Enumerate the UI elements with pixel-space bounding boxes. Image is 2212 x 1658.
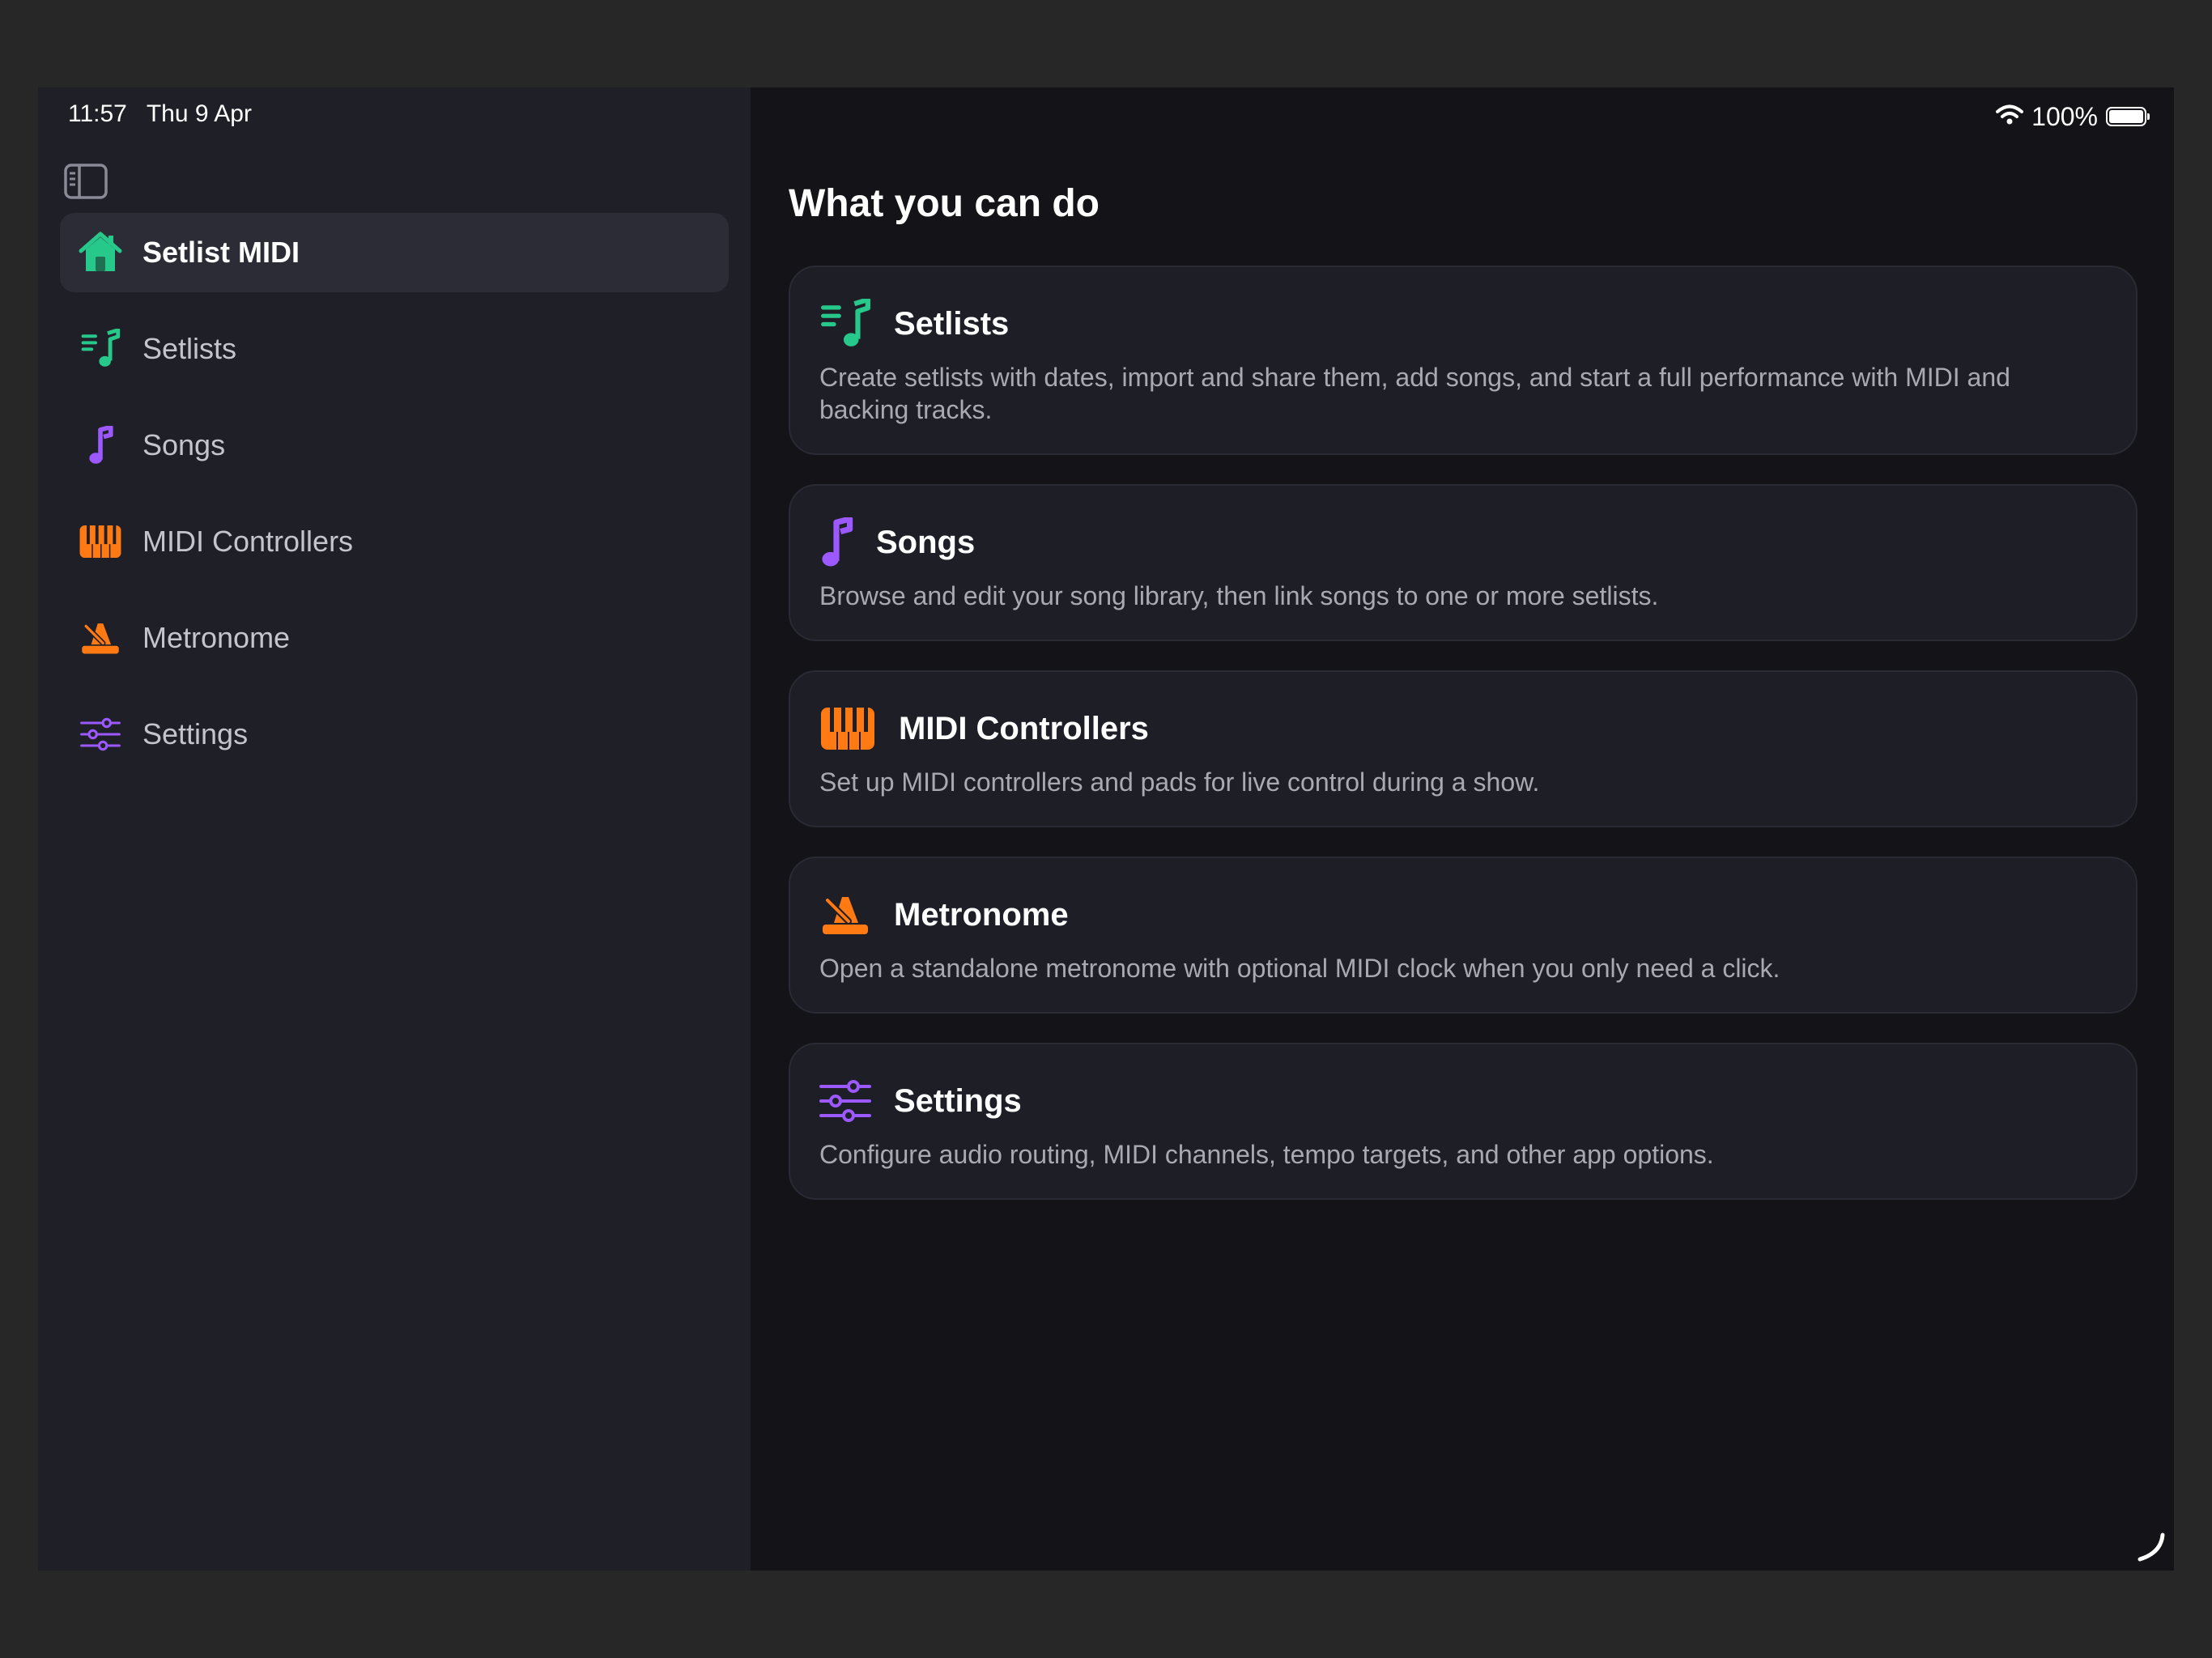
- sidebar-item-label: Songs: [143, 428, 226, 461]
- card-title: MIDI Controllers: [899, 710, 1149, 746]
- house-icon: [76, 228, 125, 277]
- card-description: Configure audio routing, MIDI channels, …: [819, 1140, 1714, 1169]
- sidebar-item-label: Setlists: [143, 332, 237, 365]
- sidebar-item-songs[interactable]: Songs: [60, 406, 729, 485]
- card-songs[interactable]: Songs Browse and edit your song library,…: [789, 484, 2138, 641]
- sidebar: 11:57 Thu 9 Apr Setlist MIDI Setlists So…: [38, 87, 751, 1571]
- card-description: Set up MIDI controllers and pads for liv…: [819, 767, 1540, 797]
- battery-percent: 100%: [2031, 101, 2098, 131]
- music-note-icon: [819, 517, 853, 568]
- sidebar-nav: Setlist MIDI Setlists Songs MIDI Control…: [60, 213, 729, 791]
- corner-indicator: [2135, 1532, 2167, 1564]
- card-settings[interactable]: Settings Configure audio routing, MIDI c…: [789, 1043, 2138, 1200]
- sidebar-item-label: MIDI Controllers: [143, 525, 354, 558]
- status-bar-right: 100%: [1996, 100, 2150, 133]
- piano-keys-icon: [819, 706, 876, 751]
- sidebar-item-label: Setlist MIDI: [143, 236, 300, 269]
- card-description: Create setlists with dates, import and s…: [819, 363, 2010, 424]
- card-title: Settings: [894, 1082, 1022, 1119]
- wifi-icon: [1996, 102, 2024, 132]
- card-midi-controllers[interactable]: MIDI Controllers Set up MIDI controllers…: [789, 670, 2138, 827]
- card-title: Setlists: [894, 305, 1010, 342]
- sidebar-item-settings[interactable]: Settings: [60, 695, 729, 774]
- feature-cards: Setlists Create setlists with dates, imp…: [789, 266, 2138, 1229]
- sidebar-toggle-icon[interactable]: [64, 163, 108, 200]
- battery-icon: [2106, 107, 2150, 126]
- music-list-icon: [819, 299, 871, 349]
- music-note-icon: [76, 421, 125, 470]
- card-title: Songs: [876, 524, 976, 560]
- status-bar-left: 11:57 Thu 9 Apr: [68, 100, 252, 128]
- sidebar-item-metronome[interactable]: Metronome: [60, 598, 729, 678]
- card-metronome[interactable]: Metronome Open a standalone metronome wi…: [789, 857, 2138, 1014]
- music-list-icon: [76, 325, 125, 373]
- page-title: What you can do: [789, 182, 1100, 225]
- main-content: 100% What you can do Setlists Create set…: [751, 87, 2174, 1571]
- card-title: Metronome: [894, 896, 1069, 933]
- sidebar-item-setlist-midi[interactable]: Setlist MIDI: [60, 213, 729, 292]
- metronome-icon: [76, 614, 125, 662]
- sidebar-item-label: Metronome: [143, 621, 291, 654]
- status-date: Thu 9 Apr: [146, 100, 252, 127]
- card-setlists[interactable]: Setlists Create setlists with dates, imp…: [789, 266, 2138, 455]
- sliders-icon: [76, 710, 125, 759]
- sidebar-item-label: Settings: [143, 717, 249, 750]
- sidebar-item-setlists[interactable]: Setlists: [60, 309, 729, 389]
- card-description: Browse and edit your song library, then …: [819, 581, 1659, 610]
- sidebar-item-midi-controllers[interactable]: MIDI Controllers: [60, 502, 729, 581]
- ipad-screen: 11:57 Thu 9 Apr Setlist MIDI Setlists So…: [38, 87, 2174, 1571]
- card-description: Open a standalone metronome with optiona…: [819, 954, 1780, 983]
- piano-keys-icon: [76, 517, 125, 566]
- status-time: 11:57: [68, 100, 127, 127]
- metronome-icon: [819, 892, 871, 937]
- sliders-icon: [819, 1079, 871, 1123]
